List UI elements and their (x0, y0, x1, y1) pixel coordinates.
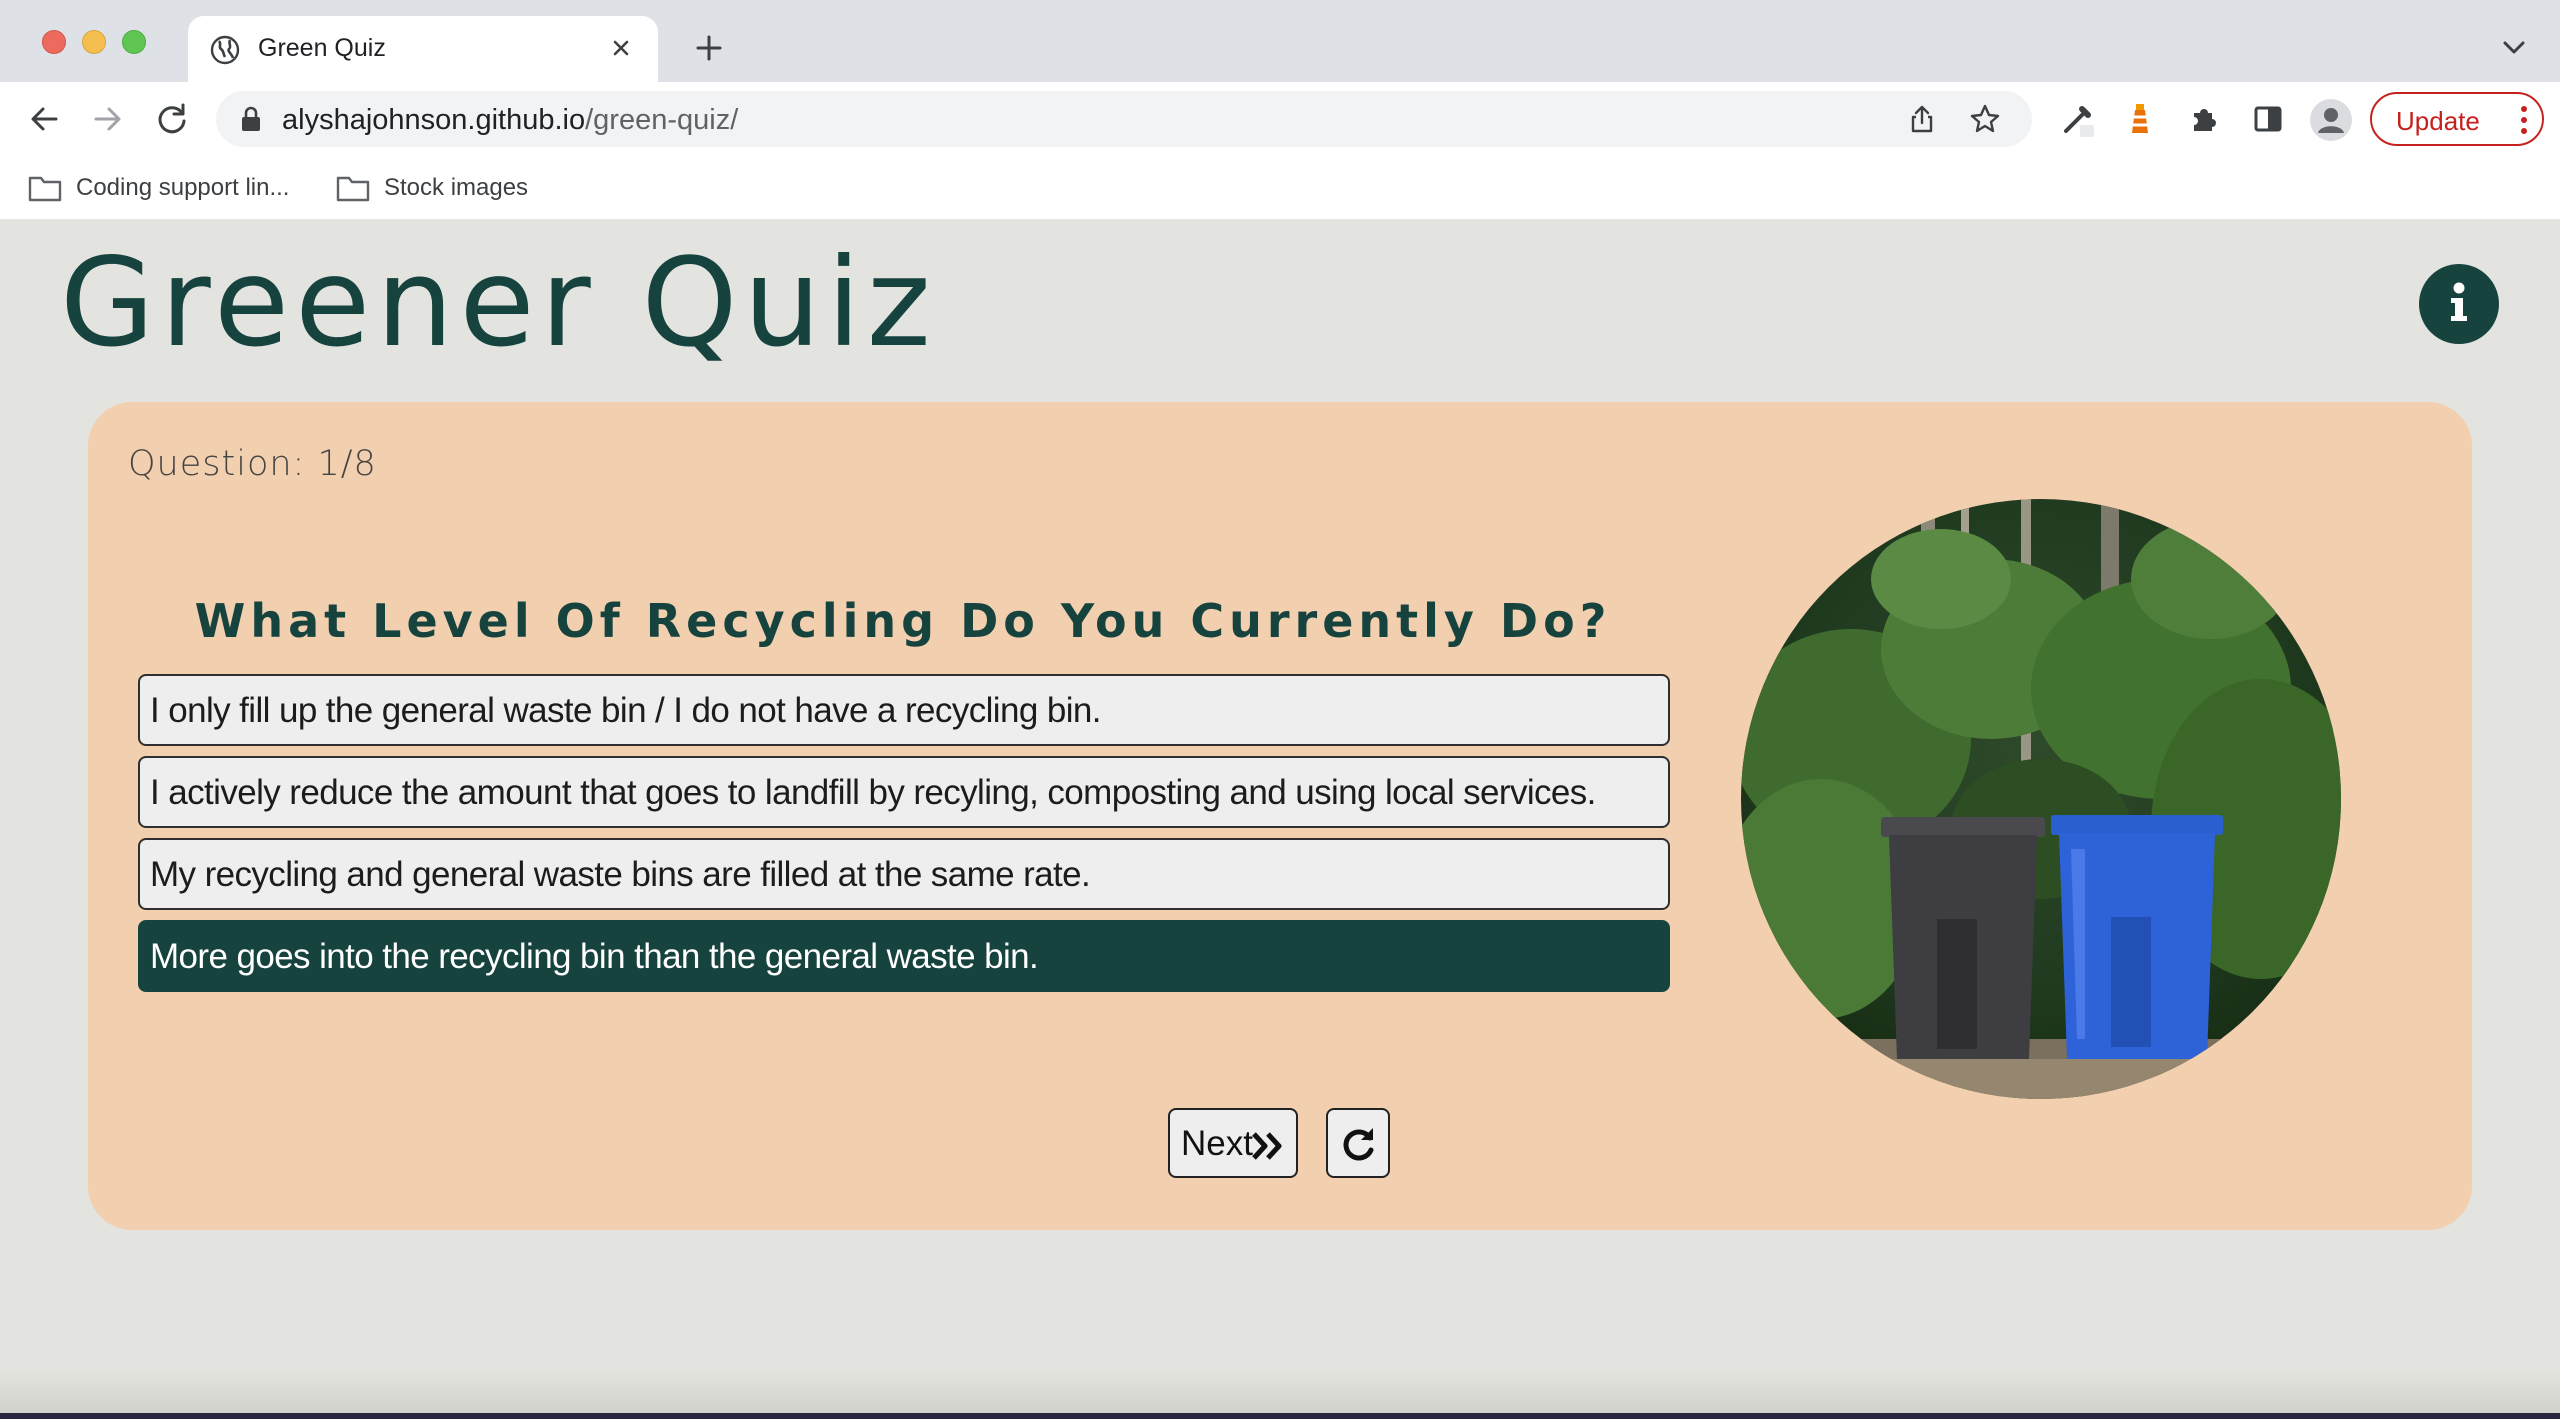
reset-button[interactable] (1326, 1108, 1390, 1178)
new-tab-icon[interactable] (692, 31, 726, 65)
update-button[interactable]: Update (2370, 92, 2544, 146)
double-chevron-right-icon (1252, 1132, 1282, 1160)
kebab-menu-icon (2521, 106, 2527, 134)
folder-icon (336, 176, 370, 202)
answer-label: I only fill up the general waste bin / I… (150, 691, 1101, 730)
url-path: /green-quiz/ (585, 104, 739, 136)
bookmarks-bar: Coding support lin... Stock images (0, 156, 2560, 220)
person-icon (2318, 108, 2344, 133)
color-picker-extension-icon[interactable] (2060, 101, 2096, 137)
next-button[interactable]: Next (1168, 1108, 1298, 1178)
bookmark-star-icon[interactable] (1968, 102, 2002, 136)
side-panel-icon[interactable] (2250, 101, 2286, 137)
bookmark-folder-stock-images[interactable]: Stock images (336, 168, 556, 208)
info-icon (2451, 282, 2467, 321)
lighthouse-extension-icon[interactable] (2122, 101, 2158, 137)
profile-avatar[interactable] (2310, 99, 2352, 141)
page-bottom-shadow (0, 1370, 2560, 1419)
recycling-bins-photo (1741, 499, 2341, 1099)
bins-photo-illustration (1741, 499, 2341, 1099)
tab-strip: Green Quiz (0, 0, 2560, 82)
page-title: Greener Quiz (60, 232, 937, 374)
question-counter: Question: 1/8 (128, 444, 377, 484)
answer-option[interactable]: I actively reduce the amount that goes t… (138, 756, 1670, 828)
folder-icon (28, 176, 62, 202)
answer-label: My recycling and general waste bins are … (150, 855, 1091, 894)
reload-icon[interactable] (152, 99, 192, 139)
answer-option[interactable]: I only fill up the general waste bin / I… (138, 674, 1670, 746)
tab-green-quiz[interactable]: Green Quiz (188, 16, 658, 82)
bookmark-label: Coding support lin... (76, 174, 290, 201)
globe-icon (210, 35, 240, 65)
answer-label: I actively reduce the amount that goes t… (150, 773, 1596, 812)
update-label: Update (2396, 106, 2480, 136)
window-close-button[interactable] (42, 30, 66, 54)
desktop-edge (0, 1413, 2560, 1419)
back-icon[interactable] (24, 99, 64, 139)
info-button[interactable] (2419, 264, 2499, 344)
chevron-down-icon[interactable] (2496, 34, 2532, 62)
redo-icon (1343, 1128, 1374, 1161)
next-label: Next (1181, 1124, 1253, 1163)
question-heading: What Level Of Recycling Do You Currently… (194, 594, 1612, 648)
window-minimize-button[interactable] (82, 30, 106, 54)
share-icon[interactable] (1906, 103, 1938, 135)
answer-option[interactable]: My recycling and general waste bins are … (138, 838, 1670, 910)
extensions-puzzle-icon[interactable] (2186, 101, 2222, 137)
answer-option[interactable]: More goes into the recycling bin than th… (138, 920, 1670, 992)
tab-title: Green Quiz (258, 34, 386, 62)
bookmark-folder-coding-support[interactable]: Coding support lin... (28, 168, 328, 208)
forward-icon[interactable] (88, 99, 128, 139)
bookmark-label: Stock images (384, 174, 529, 201)
lock-icon[interactable] (240, 106, 262, 132)
url-text[interactable]: alyshajohnson.github.io/green-quiz/ (282, 104, 738, 137)
answer-label: More goes into the recycling bin than th… (150, 937, 1039, 976)
browser-window: Green Quiz alyshajohnson.github.io/green… (0, 0, 2560, 1419)
close-icon[interactable] (606, 33, 636, 63)
address-bar[interactable]: alyshajohnson.github.io/green-quiz/ (216, 91, 2032, 147)
window-maximize-button[interactable] (122, 30, 146, 54)
url-host: alyshajohnson.github.io (282, 104, 586, 136)
page-content: Greener Quiz Question: 1/8 What Level Of… (0, 220, 2560, 1419)
quiz-card: Question: 1/8 What Level Of Recycling Do… (88, 402, 2472, 1230)
browser-toolbar: alyshajohnson.github.io/green-quiz/ Upda… (0, 82, 2560, 156)
